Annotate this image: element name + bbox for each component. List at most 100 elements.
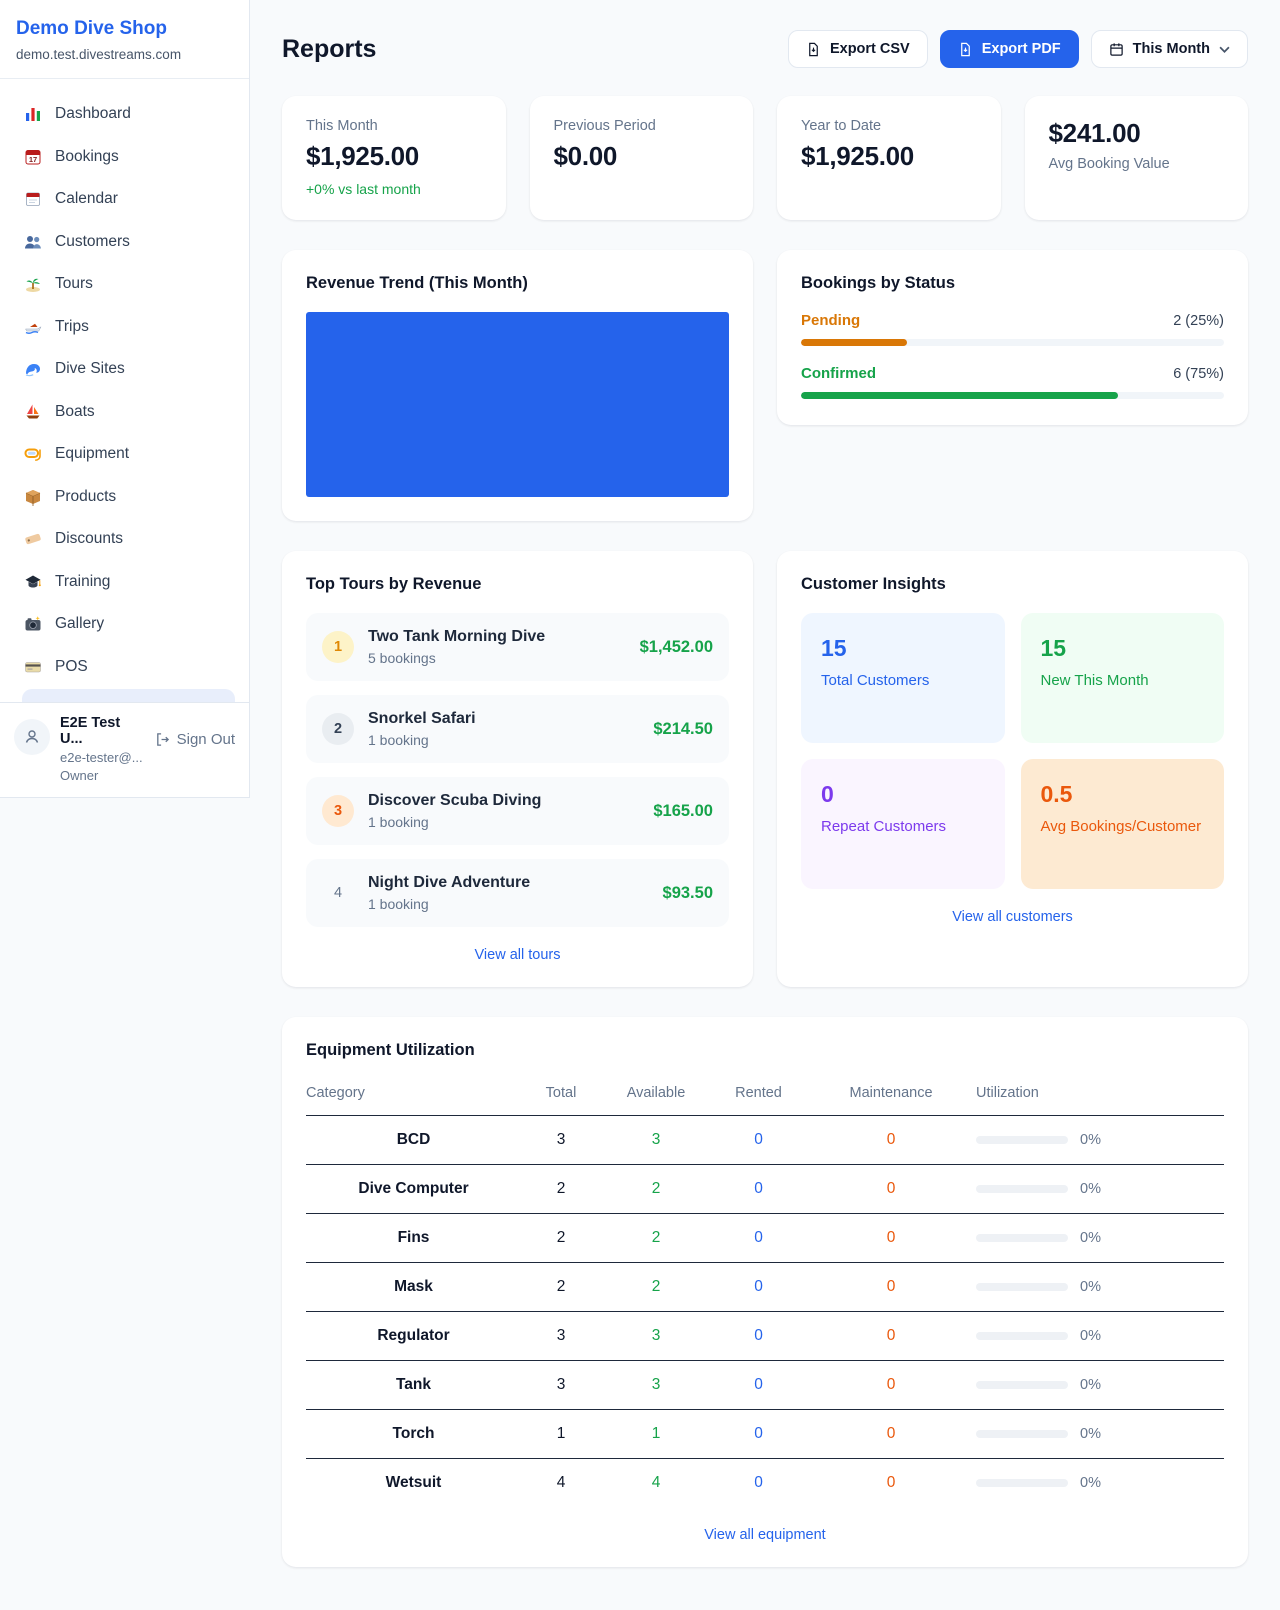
sidebar-user-footer: E2E Test U... e2e-tester@... Owner Sign … (0, 702, 249, 797)
tour-row: 1 Two Tank Morning Dive 5 bookings $1,45… (306, 613, 729, 681)
cell-utilization: 0% (976, 1165, 1224, 1214)
view-all-tours-link[interactable]: View all tours (306, 947, 729, 963)
tour-name: Snorkel Safari (368, 710, 476, 728)
tile-value: 0.5 (1041, 781, 1205, 808)
page-header: Reports Export CSV Export PDF This Month (282, 30, 1248, 68)
utilization-percent: 0% (1080, 1475, 1101, 1491)
utilization-bar (976, 1234, 1068, 1242)
wave-icon (24, 360, 42, 378)
status-label: Confirmed (801, 365, 876, 382)
cell-available: 2 (601, 1263, 711, 1312)
cell-total: 2 (521, 1165, 601, 1214)
table-row: BCD 3 3 0 0 0% (306, 1116, 1224, 1165)
revenue-trend-chart (306, 312, 729, 497)
sidebar-item-training[interactable]: Training (12, 561, 237, 604)
view-all-customers-link[interactable]: View all customers (801, 909, 1224, 925)
tile-value: 15 (1041, 635, 1205, 662)
cell-category: Torch (306, 1410, 521, 1459)
period-dropdown[interactable]: This Month (1091, 30, 1248, 68)
view-all-equipment-link[interactable]: View all equipment (306, 1527, 1224, 1543)
col-header-category: Category (306, 1079, 521, 1116)
sidebar-item-trips[interactable]: Trips (12, 306, 237, 349)
sailboat-icon (24, 403, 42, 421)
tour-amount: $165.00 (653, 802, 713, 821)
sidebar-item-tours[interactable]: Tours (12, 263, 237, 306)
dive-mask-icon (24, 445, 42, 463)
card-title: Revenue Trend (This Month) (306, 274, 729, 293)
utilization-bar (976, 1332, 1068, 1340)
sidebar-item-equipment[interactable]: Equipment (12, 433, 237, 476)
user-email: e2e-tester@... (60, 750, 145, 765)
utilization-bar (976, 1283, 1068, 1291)
cell-maintenance: 0 (806, 1361, 976, 1410)
cell-rented: 0 (711, 1361, 806, 1410)
calendar-date-icon: 17 (24, 148, 42, 166)
sign-out-button[interactable]: Sign Out (155, 731, 235, 748)
cell-category: Dive Computer (306, 1165, 521, 1214)
tile-label: Repeat Customers (821, 818, 985, 835)
tear-off-calendar-icon (24, 190, 42, 208)
tile-value: 0 (821, 781, 985, 808)
card-title: Customer Insights (801, 575, 1224, 594)
sidebar-item-label: Products (55, 488, 116, 506)
sidebar-item-dashboard[interactable]: Dashboard (12, 93, 237, 136)
cell-maintenance: 0 (806, 1116, 976, 1165)
col-header-total: Total (521, 1079, 601, 1116)
tile-repeat-customers: 0 Repeat Customers (801, 759, 1005, 889)
palm-island-icon (24, 275, 42, 293)
table-row: Fins 2 2 0 0 0% (306, 1214, 1224, 1263)
export-csv-button[interactable]: Export CSV (788, 30, 928, 68)
stats-row: This Month $1,925.00 +0% vs last month P… (282, 96, 1248, 220)
utilization-percent: 0% (1080, 1181, 1101, 1197)
sidebar-item-pos[interactable]: POS (12, 646, 237, 689)
sidebar-item-label: Tours (55, 275, 93, 293)
bookings-by-status-card: Bookings by Status Pending 2 (25%) Confi… (777, 250, 1248, 425)
stat-card-year-to-date: Year to Date $1,925.00 (777, 96, 1001, 220)
cell-rented: 0 (711, 1459, 806, 1508)
progress-fill (801, 392, 1118, 399)
sidebar-item-products[interactable]: Products (12, 476, 237, 519)
svg-text:17: 17 (29, 155, 37, 164)
utilization-bar (976, 1136, 1068, 1144)
tile-new-this-month: 15 New This Month (1021, 613, 1225, 743)
sidebar-item-customers[interactable]: Customers (12, 221, 237, 264)
sidebar-item-label: POS (55, 658, 88, 676)
sidebar-item-discounts[interactable]: Discounts (12, 518, 237, 561)
table-row: Wetsuit 4 4 0 0 0% (306, 1459, 1224, 1508)
cell-total: 3 (521, 1361, 601, 1410)
tile-label: New This Month (1041, 672, 1205, 689)
rank-badge: 1 (322, 631, 354, 663)
cell-total: 2 (521, 1263, 601, 1312)
sidebar-item-dive-sites[interactable]: Dive Sites (12, 348, 237, 391)
stat-value: $241.00 (1049, 118, 1225, 149)
status-count: 2 (25%) (1173, 313, 1224, 329)
col-header-rented: Rented (711, 1079, 806, 1116)
sidebar-item-label: Boats (55, 403, 95, 421)
table-row: Torch 1 1 0 0 0% (306, 1410, 1224, 1459)
cell-category: Wetsuit (306, 1459, 521, 1508)
tile-label: Avg Bookings/Customer (1041, 818, 1205, 835)
cell-available: 3 (601, 1361, 711, 1410)
cell-utilization: 0% (976, 1312, 1224, 1361)
avatar (14, 719, 50, 755)
sidebar-item-gallery[interactable]: Gallery (12, 603, 237, 646)
cell-utilization: 0% (976, 1116, 1224, 1165)
stat-label: Year to Date (801, 118, 977, 134)
equipment-table: Category Total Available Rented Maintena… (306, 1079, 1224, 1507)
camera-icon (24, 615, 42, 633)
sidebar-item-active-partial[interactable] (22, 689, 235, 702)
sidebar-item-boats[interactable]: Boats (12, 391, 237, 434)
stat-value: $0.00 (554, 141, 730, 172)
sidebar-item-calendar[interactable]: Calendar (12, 178, 237, 221)
tour-name: Discover Scuba Diving (368, 792, 541, 810)
insights-row: Top Tours by Revenue 1 Two Tank Morning … (282, 551, 1248, 987)
cell-utilization: 0% (976, 1361, 1224, 1410)
tile-total-customers: 15 Total Customers (801, 613, 1005, 743)
export-pdf-button[interactable]: Export PDF (940, 30, 1079, 68)
sidebar-item-bookings[interactable]: 17 Bookings (12, 136, 237, 179)
card-title: Top Tours by Revenue (306, 575, 729, 594)
tile-avg-bookings-customer: 0.5 Avg Bookings/Customer (1021, 759, 1225, 889)
cell-maintenance: 0 (806, 1312, 976, 1361)
tour-bookings: 1 booking (368, 896, 530, 912)
stat-card-previous-period: Previous Period $0.00 (530, 96, 754, 220)
